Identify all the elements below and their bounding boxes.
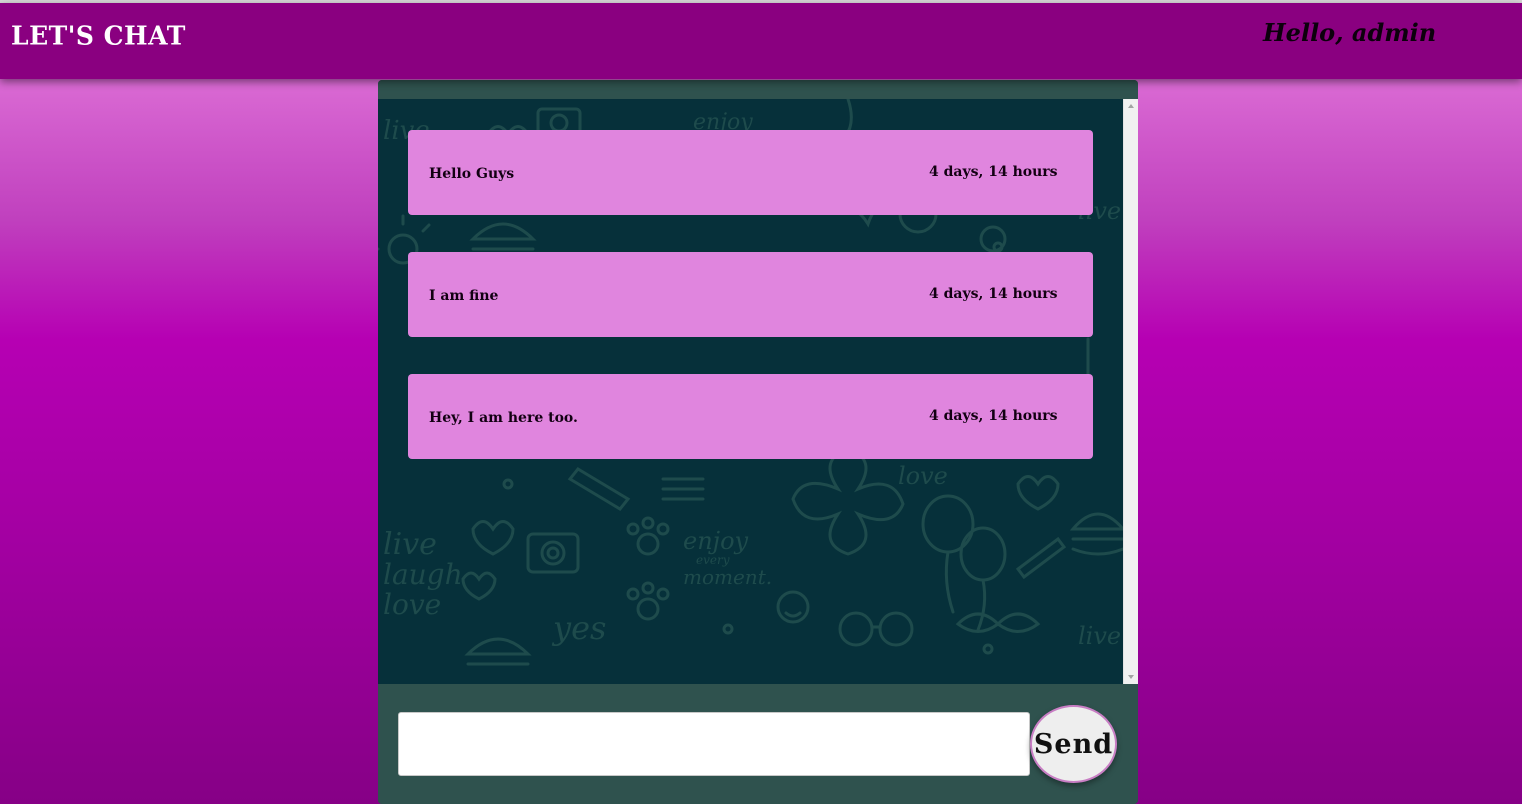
message-bubble: I am fine 4 days, 14 hours bbox=[408, 252, 1093, 337]
svg-text:enjoy: enjoy bbox=[683, 527, 749, 555]
user-greeting: Hello, admin bbox=[1263, 18, 1437, 47]
message-input[interactable] bbox=[398, 712, 1030, 776]
app-header: LET'S CHAT Hello, admin bbox=[0, 3, 1522, 79]
message-text: I am fine bbox=[429, 288, 499, 304]
scroll-down-arrow-icon[interactable] bbox=[1128, 675, 1134, 679]
svg-text:yes: yes bbox=[551, 609, 606, 647]
message-timestamp: 4 days, 14 hours bbox=[929, 164, 1058, 180]
chat-scrollbar[interactable] bbox=[1123, 99, 1138, 684]
message-text: Hello Guys bbox=[429, 166, 515, 182]
message-bubble: Hey, I am here too. 4 days, 14 hours bbox=[408, 374, 1093, 459]
svg-text:love: love bbox=[383, 588, 441, 621]
scroll-up-arrow-icon[interactable] bbox=[1128, 104, 1134, 108]
message-text: Hey, I am here too. bbox=[429, 410, 578, 426]
app-brand-title: LET'S CHAT bbox=[11, 20, 186, 51]
message-timestamp: 4 days, 14 hours bbox=[929, 286, 1058, 302]
svg-text:laugh: laugh bbox=[383, 558, 463, 591]
message-timestamp: 4 days, 14 hours bbox=[929, 408, 1058, 424]
chat-container: live live laugh love enjoy every moment.… bbox=[378, 80, 1138, 804]
chat-messages-area[interactable]: live live laugh love enjoy every moment.… bbox=[378, 99, 1138, 684]
message-bubble: Hello Guys 4 days, 14 hours bbox=[408, 130, 1093, 215]
send-button[interactable]: Send bbox=[1030, 705, 1117, 783]
svg-text:love: love bbox=[898, 462, 948, 490]
svg-text:live: live bbox=[383, 527, 437, 562]
message-composer: Send bbox=[378, 684, 1138, 804]
chat-topbar bbox=[378, 80, 1138, 99]
svg-text:live: live bbox=[1078, 622, 1121, 650]
svg-text:moment.: moment. bbox=[683, 565, 772, 589]
